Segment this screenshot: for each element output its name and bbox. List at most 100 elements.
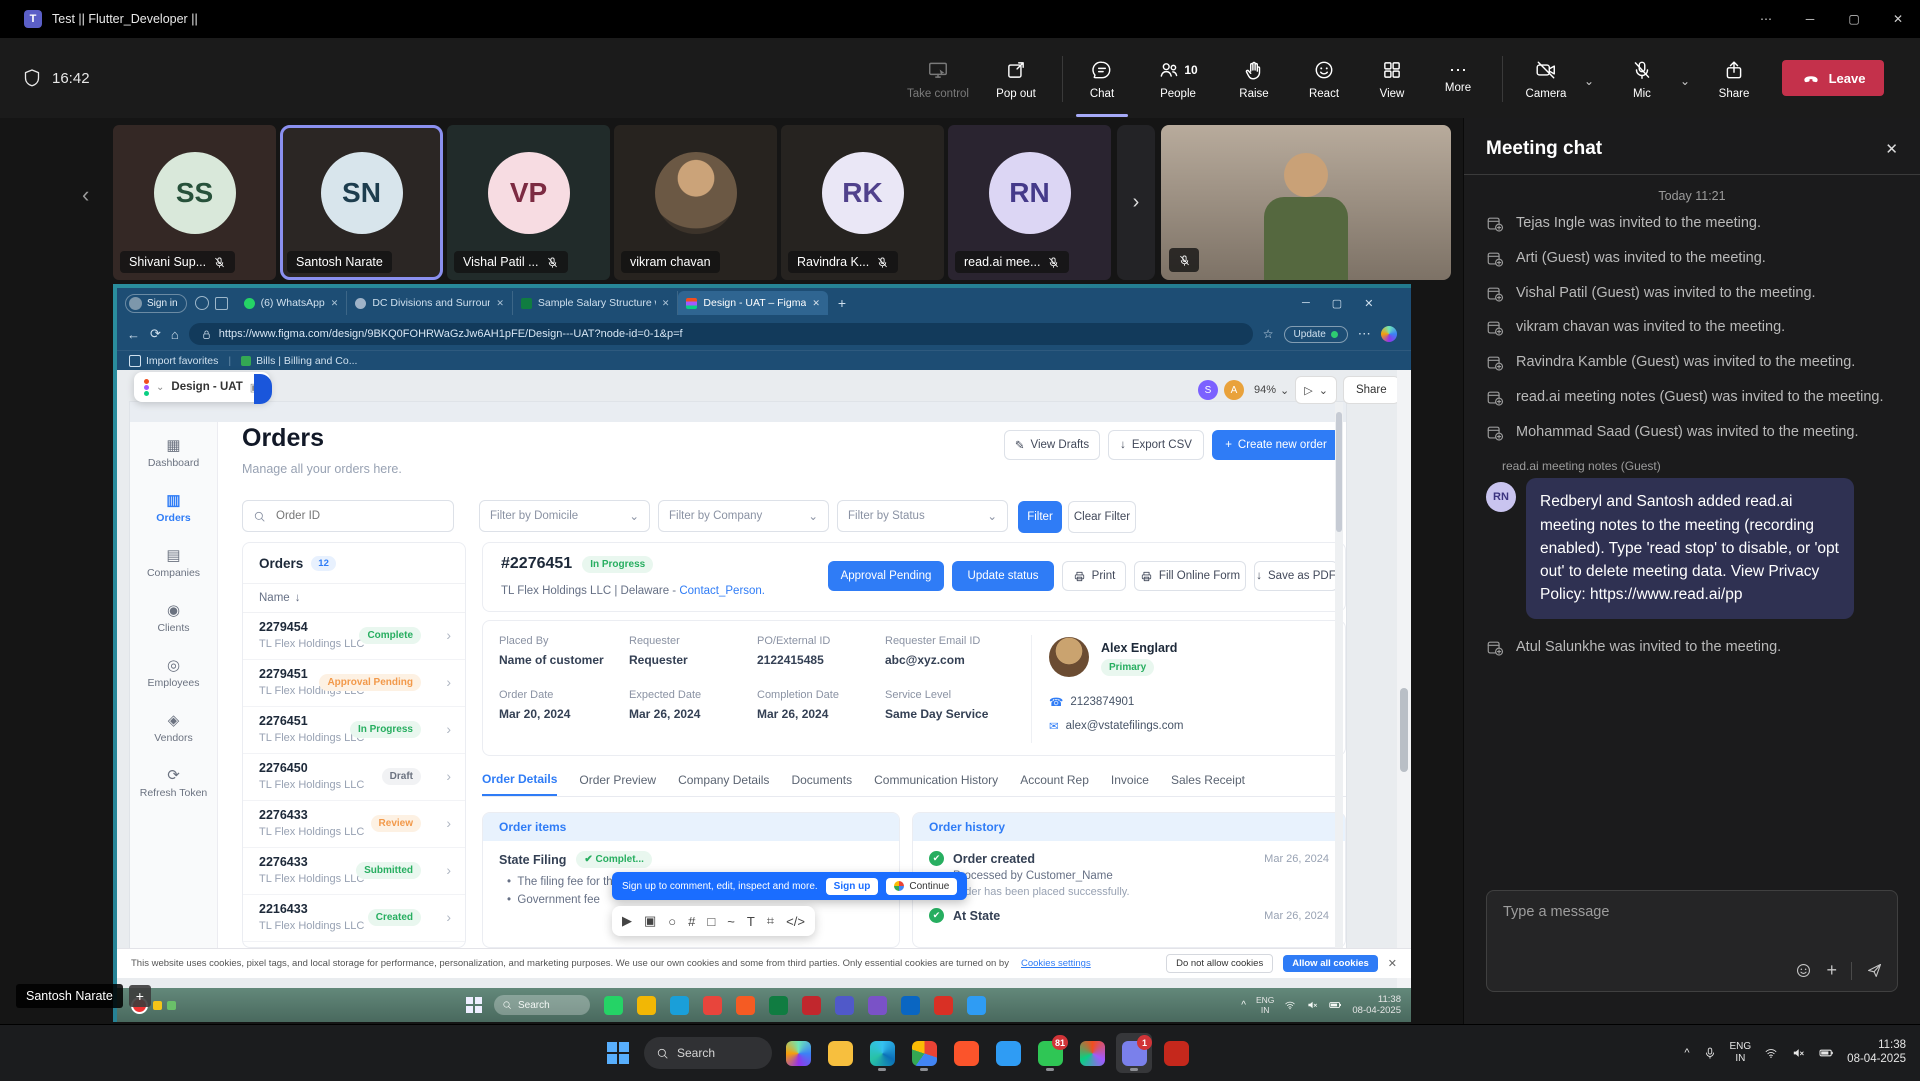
browser-scrollbar-thumb[interactable] [1400,688,1408,772]
sidebar-item[interactable]: ▥ Orders [156,493,190,524]
window-close-button[interactable]: ✕ [1876,0,1920,38]
browser-close-button[interactable]: ✕ [1364,297,1373,310]
detail-tab[interactable]: Communication History [874,773,998,795]
refresh-icon[interactable]: ⟳ [150,326,161,342]
tab-close-icon[interactable]: ✕ [812,298,820,309]
taskbar-app-icon[interactable] [822,1033,858,1073]
sidebar-item[interactable]: ⟳ Refresh Token [140,768,208,799]
contact-person-link[interactable]: Contact_Person. [679,585,765,597]
participant-tile[interactable]: RK Ravindra K... [781,125,944,280]
figma-tool-icon[interactable]: ~ [727,914,735,929]
shared-taskbar-app-icon[interactable] [934,996,953,1015]
new-tab-button[interactable]: + [838,295,846,311]
start-button[interactable] [600,1033,636,1073]
signup-button[interactable]: Sign up [826,878,879,895]
chat-message-bubble[interactable]: Redberyl and Santosh added read.ai meeti… [1526,478,1854,618]
chat-compose-box[interactable]: + [1486,890,1898,992]
taskbar-app-icon[interactable] [1158,1033,1194,1073]
taskbar-app-icon[interactable]: 81 [1032,1033,1068,1073]
detail-tab[interactable]: Account Rep [1020,773,1089,795]
cookie-close-icon[interactable]: ✕ [1388,957,1397,970]
attach-plus-icon[interactable]: + [1826,960,1837,981]
window-more-button[interactable]: ⋯ [1744,0,1788,38]
system-tray[interactable]: ^ ENGIN 11:3808-04-2025 [1684,1025,1906,1081]
import-favorites-button[interactable]: Import favorites [129,355,218,367]
print-button[interactable]: Print [1062,561,1126,591]
window-maximize-button[interactable]: ▢ [1832,0,1876,38]
approval-pending-button[interactable]: Approval Pending [828,561,944,591]
filter-status-dropdown[interactable]: Filter by Status⌄ [837,500,1008,532]
detail-tab[interactable]: Order Details [482,772,557,796]
collaborator-avatar[interactable]: S [1198,380,1218,400]
order-row[interactable]: 2276450 TL Flex Holdings LLC Draft › [243,754,465,801]
create-new-order-button[interactable]: +Create new order [1212,430,1340,460]
participant-tile[interactable]: SN Santosh Narate [280,125,443,280]
browser-tab[interactable]: Sample Salary Structure with calc ✕ [513,291,679,315]
browser-vertical-tabs-icon[interactable] [215,297,228,310]
leave-button[interactable]: Leave [1782,60,1884,96]
take-control-button[interactable]: Take control [904,50,972,108]
mic-button[interactable]: Mic [1608,50,1676,108]
taskbar-app-icon[interactable] [1074,1033,1110,1073]
camera-options-chevron[interactable]: ⌄ [1584,74,1594,88]
tray-expand-icon[interactable]: ^ [1241,1000,1246,1011]
view-drafts-button[interactable]: ✎View Drafts [1004,430,1100,460]
tray-expand-icon[interactable]: ^ [1684,1047,1689,1059]
local-video-tile[interactable] [1161,125,1451,280]
cookie-settings-link[interactable]: Cookies settings [1021,958,1091,969]
participant-tile[interactable]: RN read.ai mee... [948,125,1111,280]
browser-maximize-button[interactable]: ▢ [1332,297,1342,310]
shared-search-box[interactable]: Search [494,995,590,1015]
filmstrip-prev-button[interactable]: ‹ [82,182,89,208]
save-as-pdf-button[interactable]: ↓ Save as PDF [1254,561,1338,591]
figma-tool-icon[interactable]: □ [707,914,715,929]
favorites-star-icon[interactable]: ☆ [1263,327,1274,341]
detail-tab[interactable]: Order Preview [579,773,656,795]
filter-apply-button[interactable]: Filter [1018,501,1062,533]
fill-online-form-button[interactable]: Fill Online Form [1134,561,1246,591]
google-continue-button[interactable]: Continue [886,878,957,895]
chat-message-input[interactable] [1501,903,1885,921]
taskbar-search-box[interactable]: Search [644,1037,772,1069]
sidebar-item[interactable]: ◎ Employees [148,658,200,689]
shared-taskbar-app-icon[interactable] [703,996,722,1015]
order-row[interactable]: 2279454 TL Flex Holdings LLC Complete › [243,613,465,660]
participant-tile[interactable]: SS Shivani Sup... [113,125,276,280]
taskbar-app-icon[interactable] [780,1033,816,1073]
shared-taskbar-app-icon[interactable] [736,996,755,1015]
design-scrollbar-thumb[interactable] [1336,412,1342,532]
browser-tab[interactable]: (6) WhatsApp ✕ [236,291,348,315]
sidebar-item[interactable]: ▦ Dashboard [148,438,199,469]
shared-taskbar-app-icon[interactable] [637,996,656,1015]
home-icon[interactable]: ⌂ [171,327,179,342]
sidebar-item[interactable]: ▤ Companies [147,548,200,579]
detail-tab[interactable]: Sales Receipt [1171,773,1245,795]
figma-present-button[interactable]: ▷⌄ [1295,376,1337,404]
figma-tool-icon[interactable]: ▣ [644,913,656,929]
detail-tab[interactable]: Company Details [678,773,769,795]
shared-taskbar-app-icon[interactable] [835,996,854,1015]
figma-tool-icon[interactable]: ○ [668,914,676,929]
taskbar-app-icon[interactable] [864,1033,900,1073]
filmstrip-next-button[interactable]: › [1117,125,1155,280]
export-csv-button[interactable]: ↓Export CSV [1108,430,1204,460]
figma-tool-icon[interactable]: T [747,914,755,929]
share-button[interactable]: Share [1700,50,1768,108]
figma-tool-icon[interactable]: </> [786,914,805,929]
bookmark-bills[interactable]: Bills | Billing and Co... [241,355,357,367]
sidebar-item[interactable]: ◈ Vendors [154,713,193,744]
shared-system-tray[interactable]: ^ ENGIN 11:3808-04-2025 [1241,994,1401,1017]
browser-workspaces-icon[interactable] [195,296,209,310]
rep-phone-row[interactable]: ☎ 2123874901 [1049,695,1134,709]
shared-start-button[interactable] [466,997,482,1013]
figma-tool-icon[interactable]: # [688,914,695,929]
tab-close-icon[interactable]: ✕ [496,298,504,309]
orders-sort-header[interactable]: Name↓ [243,584,465,613]
figma-tool-icon[interactable]: ▶ [622,913,632,929]
figma-doc-pill[interactable]: ⌄ Design - UAT ▣ [134,372,270,402]
more-button[interactable]: ⋯ More [1424,50,1492,108]
taskbar-app-icon[interactable] [990,1033,1026,1073]
participant-tile[interactable]: VP Vishal Patil ... [447,125,610,280]
shared-taskbar-app-icon[interactable] [802,996,821,1015]
allow-cookies-button[interactable]: Allow all cookies [1283,955,1378,972]
